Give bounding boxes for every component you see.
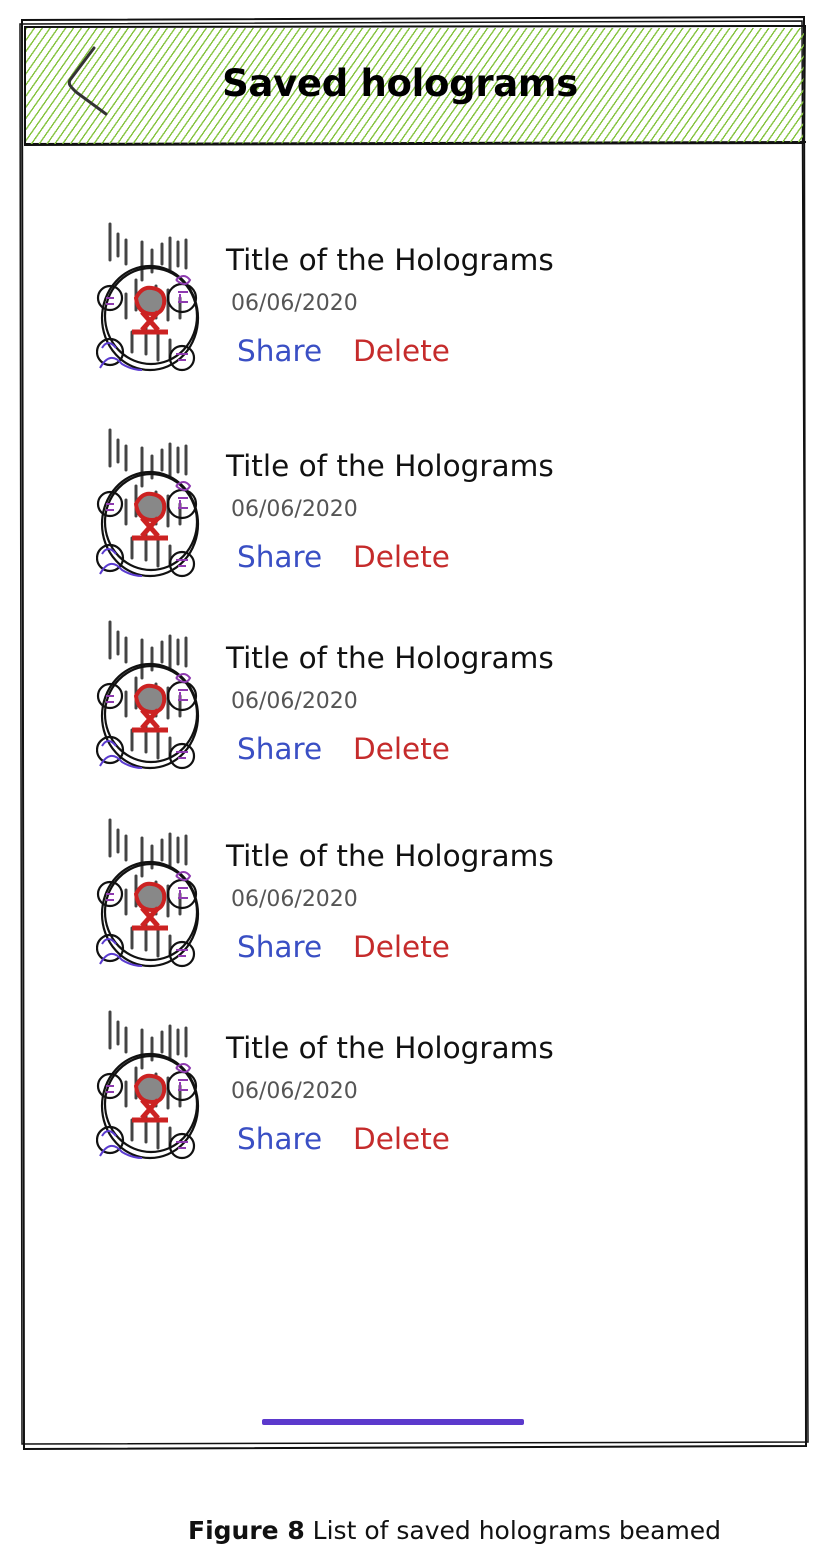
hologram-date: 06/06/2020 — [231, 1079, 358, 1104]
share-button[interactable]: Share — [237, 930, 322, 964]
hologram-title: Title of the Holograms — [226, 449, 554, 483]
hologram-list-item[interactable]: Title of the Holograms 06/06/2020 Share … — [96, 618, 656, 778]
hologram-date: 06/06/2020 — [231, 887, 358, 912]
hologram-sketch-icon — [96, 618, 206, 774]
caption-text: List of saved holograms beamed — [304, 1516, 722, 1545]
delete-button[interactable]: Delete — [353, 334, 450, 368]
hologram-sketch-icon — [96, 426, 206, 582]
hologram-sketch-icon — [96, 1008, 206, 1164]
hologram-list-item[interactable]: Title of the Holograms 06/06/2020 Share … — [96, 426, 656, 586]
hologram-list-item[interactable]: Title of the Holograms 06/06/2020 Share … — [96, 220, 656, 380]
hologram-date: 06/06/2020 — [231, 497, 358, 522]
hologram-sketch-icon — [96, 816, 206, 972]
delete-button[interactable]: Delete — [353, 930, 450, 964]
delete-button[interactable]: Delete — [353, 732, 450, 766]
share-button[interactable]: Share — [237, 334, 322, 368]
hologram-list-item[interactable]: Title of the Holograms 06/06/2020 Share … — [96, 1008, 656, 1168]
hologram-sketch-icon — [96, 220, 206, 376]
hologram-date: 06/06/2020 — [231, 689, 358, 714]
caption-label: Figure 8 — [188, 1516, 305, 1545]
hologram-title: Title of the Holograms — [226, 839, 554, 873]
delete-button[interactable]: Delete — [353, 1122, 450, 1156]
share-button[interactable]: Share — [237, 540, 322, 574]
hologram-title: Title of the Holograms — [226, 1031, 554, 1065]
hologram-title: Title of the Holograms — [226, 641, 554, 675]
share-button[interactable]: Share — [237, 1122, 322, 1156]
hologram-list-item[interactable]: Title of the Holograms 06/06/2020 Share … — [96, 816, 656, 976]
hologram-date: 06/06/2020 — [231, 291, 358, 316]
share-button[interactable]: Share — [237, 732, 322, 766]
hologram-title: Title of the Holograms — [226, 243, 554, 277]
home-indicator[interactable] — [262, 1419, 524, 1425]
figure-caption: Figure 8 List of saved holograms beamed — [188, 1516, 721, 1545]
delete-button[interactable]: Delete — [353, 540, 450, 574]
page-title: Saved holograms — [222, 62, 578, 105]
